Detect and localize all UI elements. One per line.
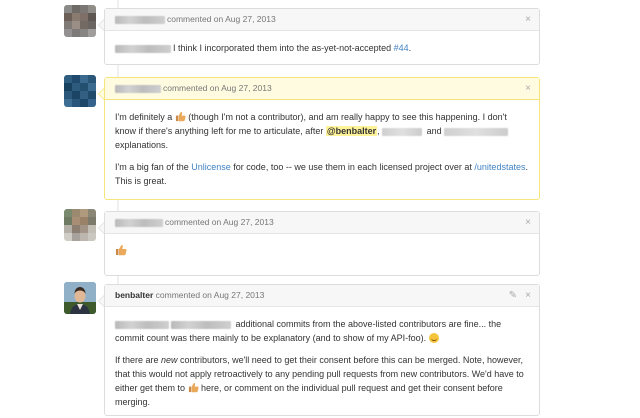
comment-header: commented on Aug 27, 2013 × [105,212,539,234]
comment-date[interactable]: Aug 27, 2013 [221,83,272,93]
user-mention[interactable]: @benbalter [325,126,378,136]
comment-text: I think I incorporated them into the as-… [173,43,394,53]
avatar[interactable] [64,75,96,107]
redacted-author [115,15,165,24]
comment: commented on Aug 27, 2013 × I think I in… [98,8,540,65]
comment: commented on Aug 27, 2013 × I'm definite… [98,77,540,200]
avatar[interactable] [64,5,96,37]
comment-text: explanations. [115,140,169,150]
emphasis-text: new [161,355,178,365]
redacted-text [382,127,423,136]
comment-author[interactable]: benbalter [115,290,153,300]
comment-text: and [424,126,445,136]
redacted-text [444,127,509,136]
comment-text: I'm definitely a [115,112,175,122]
redacted-author [115,84,161,93]
unlicense-link[interactable]: Unlicense [191,162,231,172]
comment-action: commented on [167,14,224,24]
comment-action: commented on [165,217,222,227]
close-icon[interactable]: × [525,14,531,25]
thumbs-up-icon [188,382,199,393]
edit-icon[interactable]: ✎ [509,290,517,301]
close-icon[interactable]: × [525,83,531,94]
avatar[interactable] [64,282,96,314]
smile-emoji-icon [428,333,439,343]
comment-text: . [408,43,412,53]
comment-text: I'm a big fan of the [115,162,192,172]
issue-link[interactable]: #44 [394,43,409,53]
redacted-text [115,320,169,329]
comment-text: for code, too -- we use them in each lic… [230,162,475,172]
comment-text: If there are [115,355,162,365]
avatar[interactable] [64,209,96,241]
comment-body: I'm definitely a (though I'm not a contr… [105,100,539,197]
comment: benbalter commented on Aug 27, 2013 ✎ × a… [98,284,540,418]
unitedstates-link[interactable]: /unitedstates [474,162,525,172]
redacted-text [115,44,171,53]
user-photo-icon [64,282,96,314]
comment-date[interactable]: Aug 27, 2013 [225,14,276,24]
close-icon[interactable]: × [525,217,531,228]
comment-body: additional commits from the above-listed… [105,307,539,418]
comment-header: benbalter commented on Aug 27, 2013 ✎ × [105,285,539,307]
comment: commented on Aug 27, 2013 × [98,211,540,276]
comment-body [105,234,539,275]
thumbs-up-icon [175,111,186,122]
thumbs-up-icon [116,245,127,256]
comment-header: commented on Aug 27, 2013 × [105,78,539,100]
comment-action: commented on [155,290,212,300]
comment-date[interactable]: Aug 27, 2013 [223,217,274,227]
comment-body: I think I incorporated them into the as-… [105,31,539,64]
redacted-text [171,320,231,329]
redacted-author [115,218,163,227]
comment-action: commented on [163,83,220,93]
comment-header: commented on Aug 27, 2013 × [105,9,539,31]
close-icon[interactable]: × [525,290,531,301]
comment-date[interactable]: Aug 27, 2013 [214,290,265,300]
